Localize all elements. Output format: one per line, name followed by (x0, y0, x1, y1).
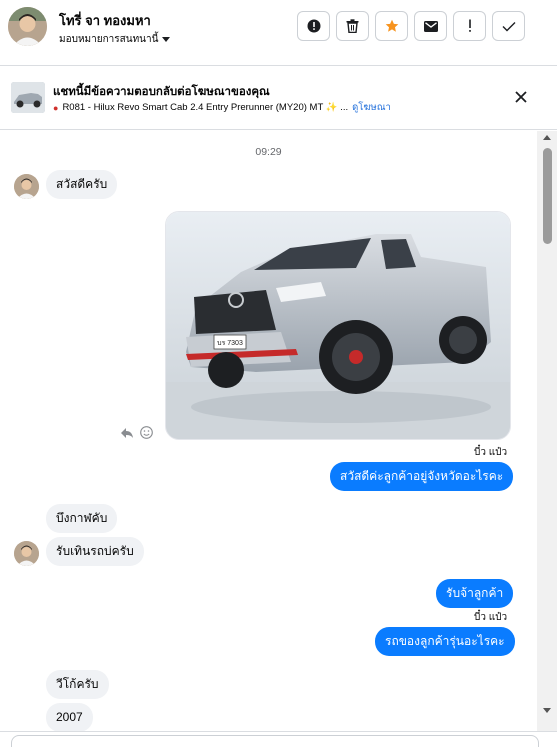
message-thread[interactable]: 09:29 สวัสดีครับ บร 7303 บี๋ว แป๋ว สวัสด… (0, 131, 537, 731)
message-tools (120, 426, 153, 439)
message-incoming[interactable]: รับเทินรถบ่ครับ (46, 537, 144, 566)
message-incoming[interactable]: 2007 (46, 703, 93, 731)
scrollbar-thumb[interactable] (543, 148, 552, 244)
ad-thumbnail[interactable] (11, 82, 45, 113)
composer (0, 731, 557, 747)
check-icon (502, 21, 515, 31)
envelope-icon (423, 20, 438, 32)
done-button[interactable] (492, 11, 525, 41)
reply-icon[interactable] (120, 427, 134, 439)
important-button[interactable] (453, 11, 486, 41)
emoji-icon[interactable] (140, 426, 153, 439)
ad-name: R081 - Hilux Revo Smart Cab 2.4 Entry Pr… (62, 102, 349, 113)
message-photo[interactable]: บร 7303 (165, 211, 511, 440)
sender-avatar[interactable] (14, 541, 39, 566)
message-outgoing[interactable]: รับจ้าลูกค้า (436, 579, 514, 608)
car-icon: ● (53, 102, 59, 113)
sender-label: บี๋ว แป๋ว (474, 447, 508, 458)
report-button[interactable] (297, 11, 330, 41)
mark-unread-button[interactable] (414, 11, 447, 41)
exclamation-icon (468, 19, 471, 32)
user-name[interactable]: โทรี่ จา ทองมหา (59, 10, 151, 31)
close-icon[interactable] (513, 89, 529, 105)
scroll-down-arrow-icon[interactable] (543, 708, 551, 713)
timestamp: 09:29 (255, 146, 282, 158)
assign-conversation-dropdown[interactable]: มอบหมายการสนทนานี้ (59, 32, 171, 47)
assign-label: มอบหมายการสนทนานี้ (59, 34, 159, 45)
star-icon (385, 19, 398, 32)
conversation-header: โทรี่ จา ทองมหา มอบหมายการสนทนานี้ (0, 0, 557, 66)
sender-avatar[interactable] (14, 174, 39, 199)
message-outgoing[interactable]: รถของลูกค้ารุ่นอะไรคะ (375, 627, 515, 656)
message-incoming[interactable]: วีโก้ครับ (46, 670, 109, 699)
message-incoming[interactable]: สวัสดีครับ (46, 170, 118, 199)
ad-banner-title: แชทนี้มีข้อความตอบกลับต่อโฆษณาของคุณ (53, 86, 270, 98)
ad-banner-subtitle: ● R081 - Hilux Revo Smart Cab 2.4 Entry … (53, 100, 391, 115)
scroll-up-arrow-icon[interactable] (543, 135, 551, 140)
message-input[interactable] (11, 735, 539, 747)
view-ad-link[interactable]: ดูโฆษณา (352, 100, 391, 115)
delete-button[interactable] (336, 11, 369, 41)
trash-icon (346, 19, 359, 33)
exclamation-circle-icon (307, 19, 320, 33)
message-incoming[interactable]: บึงกาฬคับ (46, 504, 118, 533)
sender-label: บี๋ว แป๋ว (474, 612, 508, 623)
message-outgoing[interactable]: สวัสดีค่ะลูกค้าอยู่จังหวัดอะไรคะ (330, 462, 514, 491)
license-plate: บร 7303 (217, 340, 243, 347)
ad-reply-banner: แชทนี้มีข้อความตอบกลับต่อโฆษณาของคุณ ● R… (0, 66, 557, 130)
caret-down-icon (162, 37, 171, 42)
star-button[interactable] (375, 11, 408, 41)
user-avatar[interactable] (8, 7, 47, 46)
header-actions (297, 11, 525, 41)
